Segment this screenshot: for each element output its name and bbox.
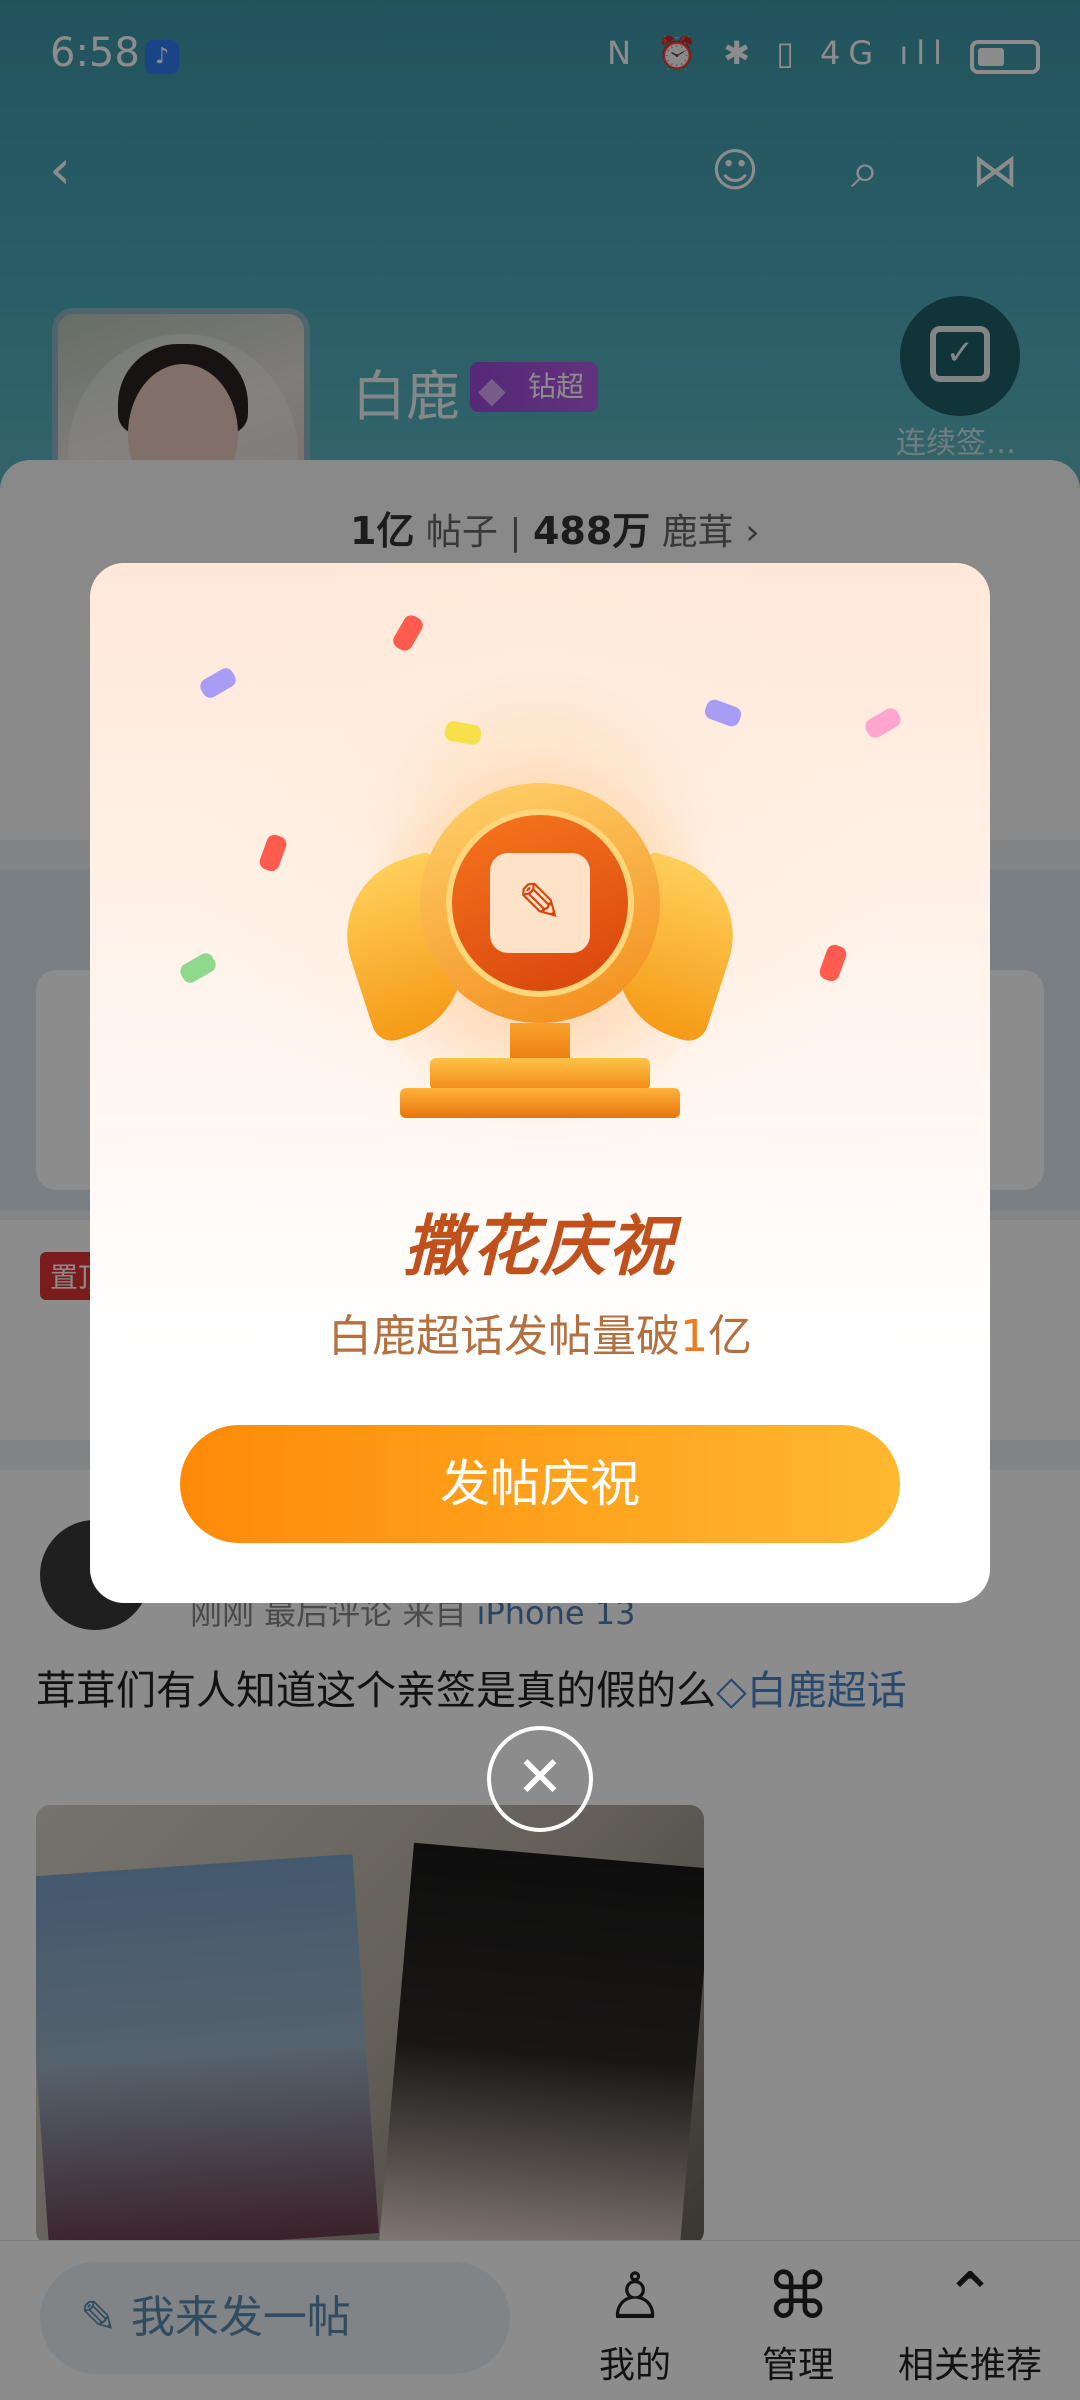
modal-title: 撒花庆祝: [404, 1208, 676, 1285]
subtitle-number: 1: [680, 1311, 708, 1362]
subtitle-prefix: 白鹿超话发帖量破: [328, 1311, 680, 1362]
subtitle-suffix: 亿: [708, 1311, 752, 1362]
edit-note-icon: ✎: [490, 853, 590, 953]
modal-subtitle: 白鹿超话发帖量破1亿: [90, 1300, 990, 1364]
close-icon[interactable]: ✕: [487, 1726, 593, 1832]
trophy-icon: ✎: [326, 753, 754, 1133]
celebrate-post-button[interactable]: 发帖庆祝: [180, 1425, 900, 1543]
celebration-modal: ✎ 撒花庆祝 白鹿超话发帖量破1亿 发帖庆祝: [90, 563, 990, 1603]
